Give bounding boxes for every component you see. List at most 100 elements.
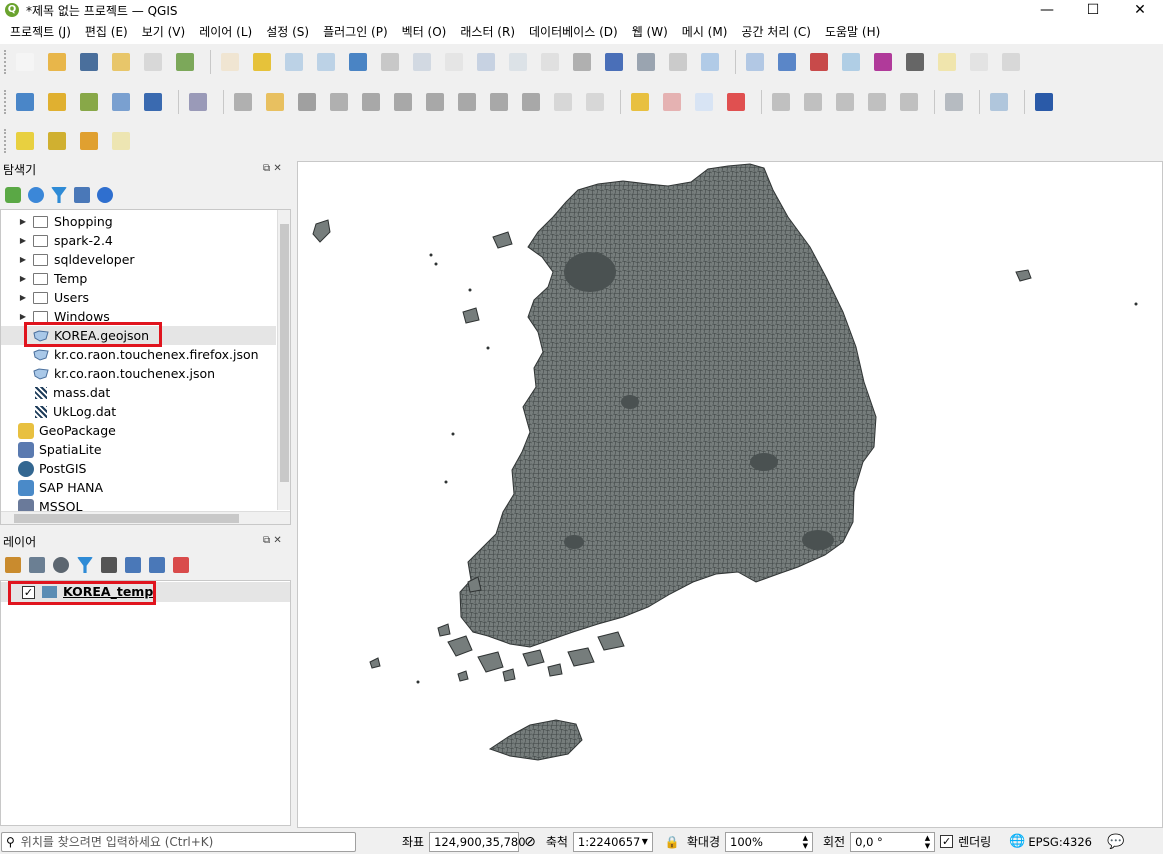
select-features-button[interactable] (12, 128, 38, 154)
add-feature-button[interactable] (326, 89, 352, 115)
delete-selected-button[interactable] (422, 89, 448, 115)
zoom-out-button[interactable] (313, 49, 339, 75)
scale-field[interactable]: 1:2240657 ▼ (572, 831, 653, 852)
map-canvas[interactable] (297, 161, 1163, 828)
chevron-down-icon[interactable]: ▼ (642, 837, 648, 846)
redo-button[interactable] (582, 89, 608, 115)
zoom-last-button[interactable] (473, 49, 499, 75)
h-scrollbar-thumb[interactable] (14, 514, 239, 523)
menu-item-6[interactable]: 벡터 (O) (395, 20, 454, 44)
remove-layer-icon[interactable] (173, 557, 189, 573)
menu-item-5[interactable]: 플러그인 (P) (316, 20, 395, 44)
text-annotation-button[interactable] (998, 49, 1024, 75)
plugin-qgis2web-button[interactable] (941, 89, 967, 115)
new-map-view-button[interactable] (537, 49, 563, 75)
cut-features-button[interactable] (454, 89, 480, 115)
digitize-button[interactable] (185, 89, 211, 115)
vertex-tool-button[interactable] (358, 89, 384, 115)
menu-item-10[interactable]: 메시 (M) (675, 20, 735, 44)
browser-item-temp[interactable]: ▶ Temp (1, 269, 276, 288)
info-icon[interactable] (97, 187, 113, 203)
maximize-button[interactable]: ☐ (1070, 0, 1116, 20)
save-as-button[interactable] (108, 49, 134, 75)
collapse-all-icon[interactable] (74, 187, 90, 203)
filter-icon[interactable] (51, 187, 67, 203)
copy-features-button[interactable] (486, 89, 512, 115)
locator-search-box[interactable]: ⚲ 위치를 찾으려면 입력하세요 (Ctrl+K) (1, 831, 356, 852)
browser-item-kr-co-raon-touchenex-json[interactable]: kr.co.raon.touchenex.json (1, 364, 276, 383)
select-location-button[interactable] (108, 128, 134, 154)
toolbar-grip[interactable] (4, 50, 8, 74)
temporal-button[interactable] (665, 49, 691, 75)
browser-item-shopping[interactable]: ▶ Shopping (1, 212, 276, 231)
annotation-button[interactable] (934, 49, 960, 75)
filter-expression-icon[interactable] (101, 557, 117, 573)
layer-labeling-button[interactable] (691, 89, 717, 115)
toggle-editing-button[interactable] (262, 89, 288, 115)
open-project-button[interactable] (44, 49, 70, 75)
browser-item-geopackage[interactable]: GeoPackage (1, 421, 276, 440)
style-manager-button[interactable] (172, 49, 198, 75)
bookmark-button[interactable] (601, 49, 627, 75)
select-attribute-button[interactable] (44, 128, 70, 154)
new-project-button[interactable] (12, 49, 38, 75)
zoom-full-button[interactable] (345, 49, 371, 75)
modify-attributes-button[interactable] (390, 89, 416, 115)
menu-item-7[interactable]: 래스터 (R) (453, 20, 522, 44)
chevron-right-icon[interactable]: ▶ (17, 217, 29, 226)
zoom-layer-button[interactable] (409, 49, 435, 75)
lock-icon[interactable]: 🔒 (665, 835, 680, 849)
browser-item-spatialite[interactable]: SpatiaLite (1, 440, 276, 459)
browser-item-uklog-dat[interactable]: UkLog.dat (1, 402, 276, 421)
layer-diagram-button[interactable] (723, 89, 749, 115)
menu-item-4[interactable]: 설정 (S) (259, 20, 316, 44)
save-edits-button[interactable] (294, 89, 320, 115)
new-spatialite-button[interactable] (108, 89, 134, 115)
data-source-manager-button[interactable] (12, 89, 38, 115)
render-checkbox[interactable]: ✓ (940, 835, 954, 848)
deselect-button[interactable] (76, 128, 102, 154)
python-console-button[interactable] (986, 89, 1012, 115)
browser-item-spark-2-4[interactable]: ▶ spark-2.4 (1, 231, 276, 250)
magnifier-field[interactable]: 100% ▲ ▼ (725, 831, 813, 852)
change-label-button[interactable] (896, 89, 922, 115)
visibility-eye-icon[interactable] (53, 557, 69, 573)
rotation-field[interactable]: 0,0 ° ▲ ▼ (850, 831, 936, 852)
chevron-right-icon[interactable]: ▶ (17, 236, 29, 245)
zoom-native-button[interactable] (441, 49, 467, 75)
coordinate-field[interactable]: 124,900,35,780 (429, 831, 526, 852)
identify-button[interactable] (742, 49, 768, 75)
style-manager-icon[interactable] (5, 557, 21, 573)
filter-legend-icon[interactable] (77, 557, 93, 573)
label-toolbar-button[interactable] (627, 89, 653, 115)
browser-dock-buttons[interactable]: ⧉ ✕ (263, 163, 282, 174)
browser-item-postgis[interactable]: PostGIS (1, 459, 276, 478)
measure-button[interactable] (902, 49, 928, 75)
pan-to-selection-button[interactable] (249, 49, 275, 75)
extents-toggle-icon[interactable]: ⊘ (524, 834, 536, 850)
menu-item-11[interactable]: 공간 처리 (C) (734, 20, 818, 44)
show-hide-labels-button[interactable] (800, 89, 826, 115)
chevron-right-icon[interactable]: ▶ (17, 312, 29, 321)
minimize-button[interactable]: — (1024, 0, 1070, 20)
save-project-button[interactable] (76, 49, 102, 75)
messages-icon[interactable]: 💬 (1107, 834, 1124, 850)
browser-vertical-scrollbar[interactable] (277, 210, 290, 510)
zoom-in-button[interactable] (281, 49, 307, 75)
chevron-right-icon[interactable]: ▶ (17, 293, 29, 302)
expand-all-icon[interactable] (125, 557, 141, 573)
browser-item-users[interactable]: ▶ Users (1, 288, 276, 307)
menu-item-8[interactable]: 데이터베이스 (D) (522, 20, 625, 44)
toolbar-grip[interactable] (4, 90, 8, 114)
refresh-icon[interactable] (28, 187, 44, 203)
field-calc-button[interactable] (806, 49, 832, 75)
undo-button[interactable] (550, 89, 576, 115)
close-button[interactable]: ✕ (1117, 0, 1163, 20)
help-button[interactable] (1031, 89, 1057, 115)
scrollbar-thumb[interactable] (280, 224, 289, 482)
statistics-button[interactable] (870, 49, 896, 75)
rotate-label-button[interactable] (864, 89, 890, 115)
new-geopackage-button[interactable] (44, 89, 70, 115)
paste-features-button[interactable] (518, 89, 544, 115)
zoom-selection-button[interactable] (377, 49, 403, 75)
